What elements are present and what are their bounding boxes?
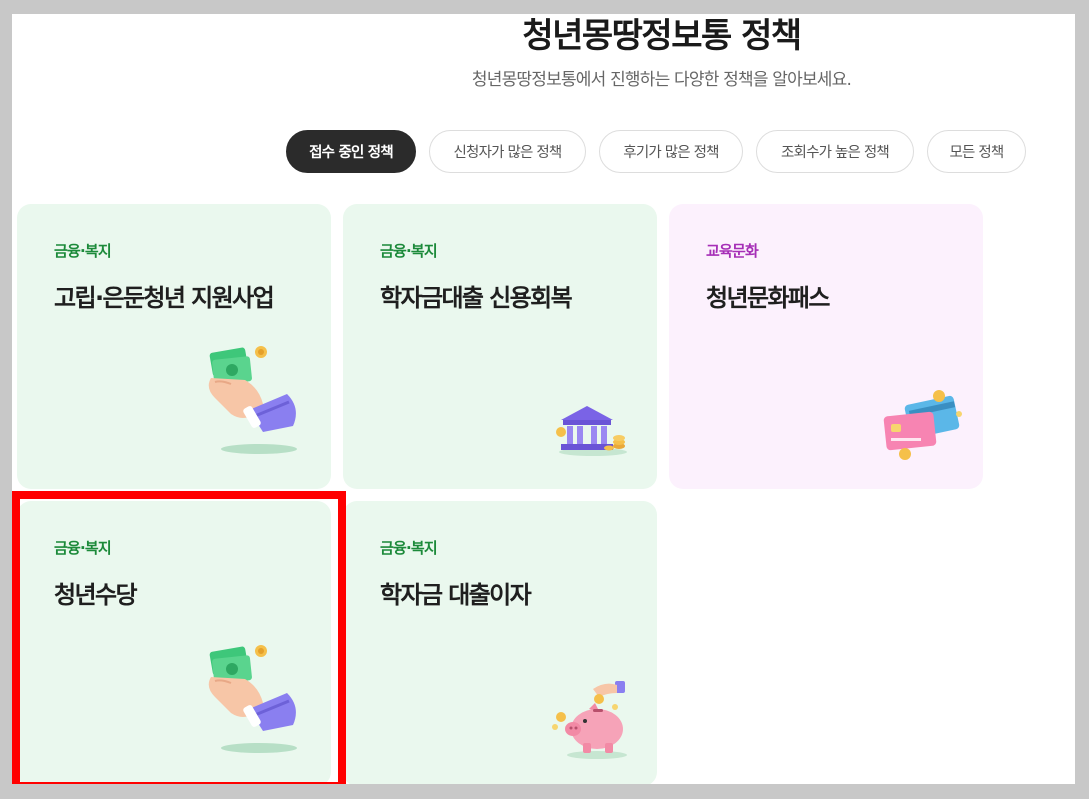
policy-card-youth-culture-pass[interactable]: 교육문화 청년문화패스 — [669, 204, 983, 489]
card-title: 청년수당 — [54, 581, 138, 609]
card-category: 금융·복지 — [54, 539, 112, 557]
card-category: 금융·복지 — [380, 539, 438, 557]
policy-card-isolated-youth[interactable]: 금융·복지 고립·은둔청년 지원사업 — [17, 204, 331, 489]
credit-cards-icon — [883, 390, 962, 460]
piggy-bank-icon — [552, 681, 627, 759]
policy-card-youth-allowance[interactable]: 금융·복지 청년수당 — [17, 501, 331, 784]
tab-all-policies[interactable]: 모든 정책 — [927, 130, 1026, 173]
policy-card-student-loan-credit[interactable]: 금융·복지 학자금대출 신용회복 — [343, 204, 657, 489]
card-category: 금융·복지 — [54, 242, 112, 260]
card-category: 금융·복지 — [380, 242, 438, 260]
hand-money-icon — [208, 645, 297, 753]
page-subtitle: 청년몽땅정보통에서 진행하는 다양한 정책을 알아보세요. — [471, 70, 852, 90]
card-title: 학자금 대출이자 — [380, 581, 532, 609]
tab-high-views[interactable]: 조회수가 높은 정책 — [756, 130, 914, 173]
tab-many-reviews[interactable]: 후기가 많은 정책 — [599, 130, 743, 173]
policy-page: 청년몽땅정보통 정책 청년몽땅정보통에서 진행하는 다양한 정책을 알아보세요.… — [12, 14, 1075, 784]
page-title: 청년몽땅정보통 정책 — [522, 16, 802, 56]
card-category: 교육문화 — [706, 242, 759, 260]
tab-many-applicants[interactable]: 신청자가 많은 정책 — [429, 130, 586, 173]
policy-filter-tabs: 접수 중인 정책 신청자가 많은 정책 후기가 많은 정책 조회수가 높은 정책… — [286, 130, 1026, 173]
policy-card-student-loan-interest[interactable]: 금융·복지 학자금 대출이자 — [343, 501, 657, 784]
card-title: 청년문화패스 — [706, 284, 830, 312]
card-title: 학자금대출 신용회복 — [380, 284, 573, 312]
bank-coins-icon — [556, 406, 627, 456]
tab-receiving-policies[interactable]: 접수 중인 정책 — [286, 130, 416, 173]
hand-money-icon — [208, 346, 297, 454]
card-title: 고립·은둔청년 지원사업 — [54, 284, 275, 312]
